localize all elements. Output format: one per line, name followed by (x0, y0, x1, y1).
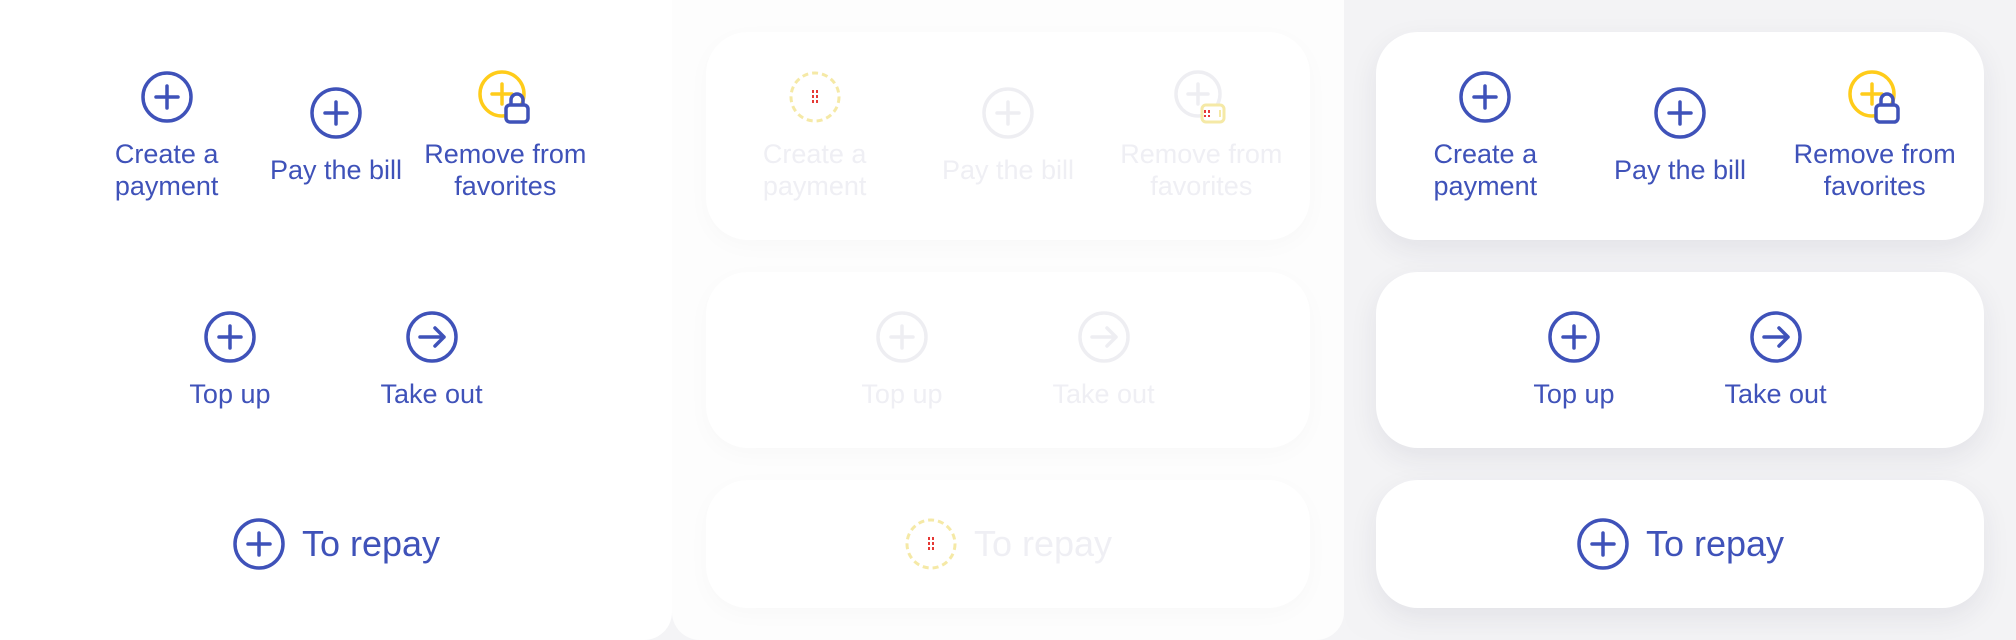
arrow-right-circle-icon (1749, 311, 1802, 363)
action-panels-showcase: Create a payment Pay the bill Remove fro… (0, 0, 2016, 640)
to-repay-button[interactable]: To repay (1576, 517, 1784, 571)
panel-disabled: Create a payment Pay the bill Remove fro… (672, 0, 1344, 640)
plus-circle-icon (204, 311, 256, 363)
action-label: Pay the bill (941, 155, 1075, 185)
account-actions-card: Top up Take out (70, 272, 602, 448)
take-out-button[interactable]: Take out (381, 310, 483, 410)
action-label: Remove from favorites (1793, 139, 1956, 201)
action-label: Pay the bill (1613, 155, 1747, 185)
take-out-button[interactable]: Take out (1053, 310, 1155, 410)
arrow-right-circle-icon (405, 311, 458, 363)
top-up-button[interactable]: Top up (861, 310, 943, 410)
account-actions-card: Top up Take out (706, 272, 1310, 448)
action-label: To repay (301, 523, 441, 564)
plus-circle-icon (140, 71, 193, 123)
create-payment-button[interactable]: Create a payment (77, 70, 257, 202)
action-label: Top up (861, 379, 943, 409)
top-up-button[interactable]: Top up (1533, 310, 1615, 410)
plus-circle-icon (1577, 518, 1629, 570)
plus-circle-icon (876, 311, 928, 363)
create-payment-button[interactable]: Create a payment (1395, 70, 1575, 202)
arrow-right-circle-icon (1077, 311, 1130, 363)
loading-circle-icon (905, 518, 957, 570)
action-label: Remove from favorites (424, 139, 587, 201)
top-up-button[interactable]: Top up (189, 310, 271, 410)
account-actions-card: Top up Take out (1376, 272, 1984, 448)
plus-circle-icon (982, 87, 1034, 139)
to-repay-button[interactable]: To repay (232, 517, 440, 571)
to-repay-button[interactable]: To repay (904, 517, 1112, 571)
action-label: Create a payment (1433, 139, 1538, 201)
action-label: Pay the bill (269, 155, 403, 185)
loading-circle-icon (789, 71, 841, 123)
action-label: Take out (1724, 379, 1827, 409)
take-out-button[interactable]: Take out (1725, 310, 1827, 410)
action-label: Take out (380, 379, 483, 409)
panel-elevated: Create a payment Pay the bill Remove fro… (1344, 0, 2016, 640)
pay-bill-button[interactable]: Pay the bill (270, 86, 402, 186)
plus-circle-icon (1654, 87, 1706, 139)
action-label: Top up (189, 379, 271, 409)
action-label: Top up (1533, 379, 1615, 409)
action-label: To repay (973, 523, 1113, 564)
repay-card: To repay (706, 480, 1310, 608)
remove-favorites-button[interactable]: Remove from favorites (1785, 70, 1965, 202)
plus-circle-lock-icon (1174, 70, 1226, 124)
pay-bill-button[interactable]: Pay the bill (942, 86, 1074, 186)
quick-actions-card: Create a payment Pay the bill Remove fro… (1376, 32, 1984, 240)
plus-circle-lock-icon (1847, 70, 1900, 124)
action-label: Create a payment (114, 139, 219, 201)
plus-circle-icon (310, 87, 362, 139)
action-label: Remove from favorites (1120, 139, 1283, 201)
action-label: Take out (1052, 379, 1155, 409)
plus-circle-icon (233, 518, 285, 570)
pay-bill-button[interactable]: Pay the bill (1614, 86, 1746, 186)
plus-circle-icon (1548, 311, 1600, 363)
create-payment-button[interactable]: Create a payment (725, 70, 905, 202)
action-label: To repay (1645, 523, 1785, 564)
plus-circle-icon (1459, 71, 1512, 123)
remove-favorites-button[interactable]: Remove from favorites (415, 70, 595, 202)
remove-favorites-button[interactable]: Remove from favorites (1111, 70, 1291, 202)
quick-actions-card: Create a payment Pay the bill Remove fro… (706, 32, 1310, 240)
panel-default: Create a payment Pay the bill Remove fro… (0, 0, 672, 640)
repay-card: To repay (70, 480, 602, 608)
repay-card: To repay (1376, 480, 1984, 608)
quick-actions-card: Create a payment Pay the bill Remove fro… (70, 32, 602, 240)
plus-circle-lock-icon (478, 70, 531, 124)
action-label: Create a payment (762, 139, 867, 201)
